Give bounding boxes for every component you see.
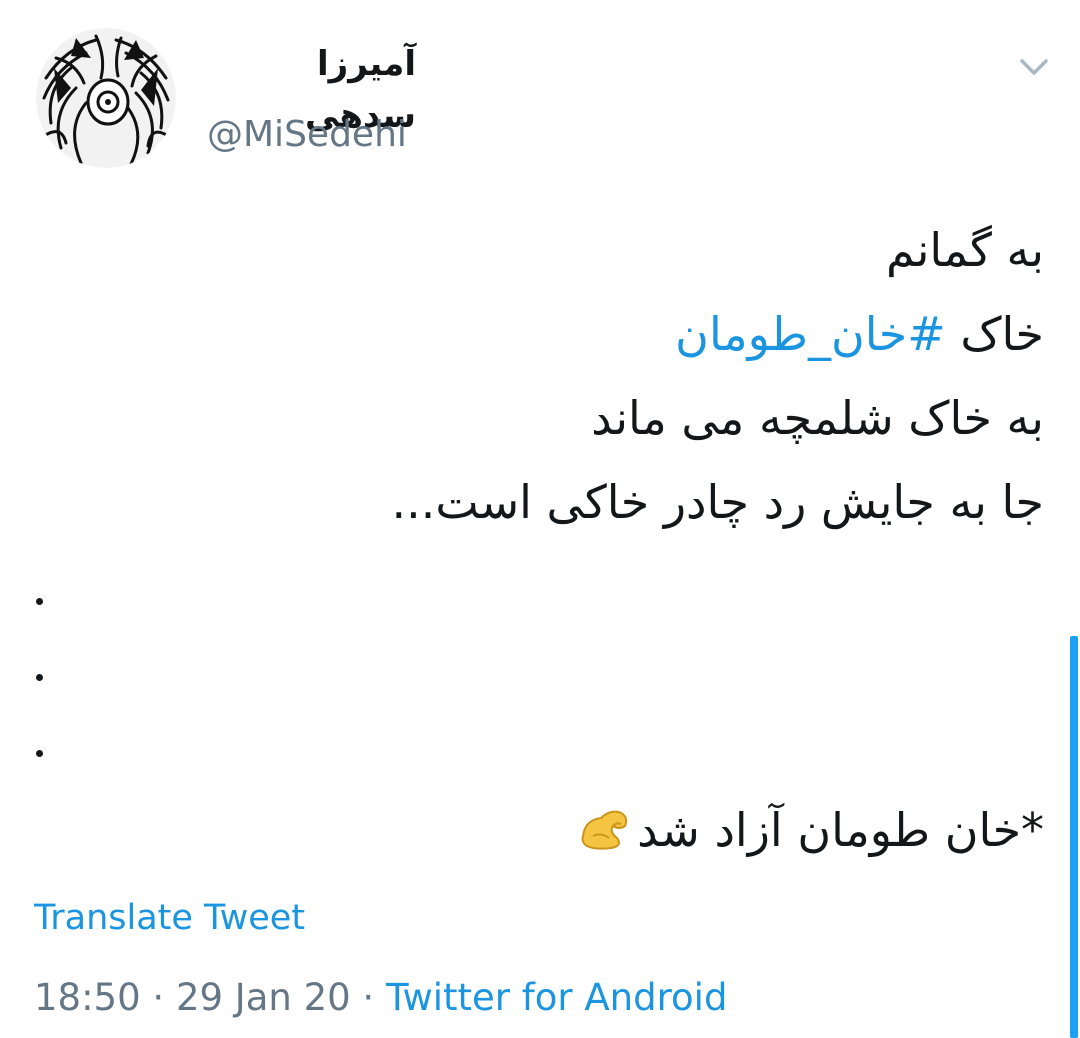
meta-separator: ·	[350, 976, 386, 1019]
tweet-footer-text: *خان طومان آزاد شد	[637, 803, 1044, 857]
tweet-source-link[interactable]: Twitter for Android	[386, 976, 727, 1019]
sketch-face-avatar-icon	[36, 28, 176, 168]
tweet-date: 29 Jan 20	[175, 976, 351, 1019]
tweet-line-3: به خاک شلمچه می ماند	[591, 391, 1044, 445]
meta-separator: ·	[140, 976, 176, 1019]
hashtag-link[interactable]: #خان_طومان	[675, 307, 946, 361]
author-handle[interactable]: @MiSedehi	[207, 110, 407, 160]
tweet-line-1: به گمانم	[885, 223, 1044, 277]
tweet-footer-line: *خان طومان آزاد شد	[579, 788, 1044, 872]
tweet-meta: 18:50 · 29 Jan 20 · Twitter for Android	[34, 972, 727, 1024]
tweet-line-2: خاک #خان_طومان	[324, 292, 1044, 376]
scrollbar[interactable]	[1070, 636, 1078, 1038]
translate-tweet-link[interactable]: Translate Tweet	[34, 894, 305, 942]
tweet-line-2-text: خاک	[945, 307, 1044, 361]
flexed-biceps-emoji-icon	[579, 806, 631, 852]
tweet-line-4: جا به جایش رد چادر خاکی است...	[391, 475, 1044, 529]
dot-separator	[36, 598, 43, 605]
chevron-down-icon[interactable]	[1016, 52, 1052, 82]
dot-separator	[36, 674, 43, 681]
dot-separator	[36, 750, 43, 757]
avatar[interactable]	[36, 28, 176, 168]
tweet-time: 18:50	[34, 976, 141, 1019]
tweet-text: به گمانم خاک #خان_طومان به خاک شلمچه می …	[324, 208, 1044, 544]
